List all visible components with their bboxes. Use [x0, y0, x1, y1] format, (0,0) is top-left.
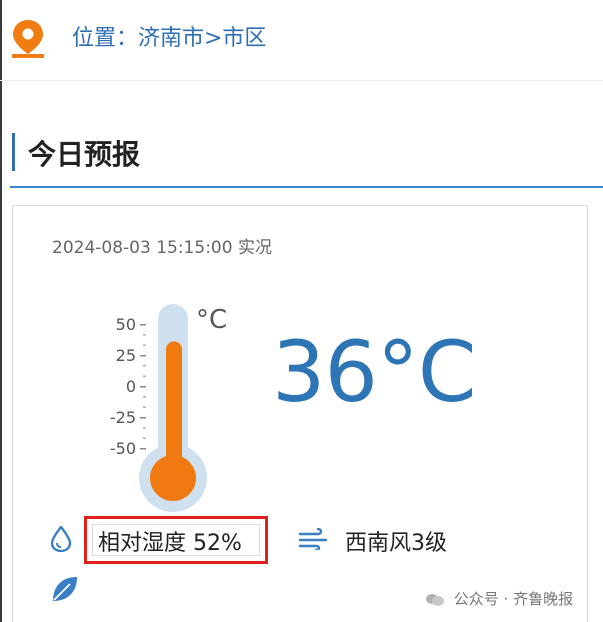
location-bar: 位置：济南市>市区: [0, 0, 603, 80]
thermometer-tick: [140, 386, 146, 388]
location-text[interactable]: 位置：济南市>市区: [72, 20, 266, 52]
thermometer-scale-label: 50: [116, 315, 136, 334]
thermometer-minor-tick: [143, 334, 146, 336]
thermometer-minor-tick: [143, 437, 146, 439]
thermometer-tick: [140, 355, 146, 357]
thermometer-scale-label: -50: [110, 439, 136, 458]
location-pin-icon: [12, 20, 44, 58]
thermometer-minor-tick: [143, 375, 146, 377]
thermometer-tick: [140, 324, 146, 326]
thermometer-scale-label: 25: [116, 346, 136, 365]
leaf-icon: [53, 577, 77, 601]
section-title: 今日预报: [28, 138, 141, 171]
humidity-value: 相对湿度 52%: [98, 531, 242, 556]
window-left-edge: [0, 0, 2, 622]
wechat-logo-icon: [426, 593, 444, 606]
section-accent-bar: [12, 133, 15, 171]
thermometer-icon: 50 25 0 -25 -50: [110, 304, 207, 512]
thermometer-minor-tick: [143, 396, 146, 398]
wind-value: 西南风3级: [345, 531, 447, 556]
section-underline: [10, 186, 603, 188]
thermometer-tick: [140, 417, 146, 419]
thermometer-minor-tick: [143, 365, 146, 367]
water-drop-icon: [50, 526, 72, 552]
thermometer-scale-label: -25: [110, 408, 136, 427]
current-temperature: 36°C: [272, 323, 477, 421]
thermometer-minor-tick: [143, 406, 146, 408]
thermometer-minor-tick: [143, 344, 146, 346]
temperature-unit: °C: [196, 305, 228, 335]
observation-timestamp: 2024-08-03 15:15:00 实况: [52, 238, 272, 258]
thermometer-tick: [140, 448, 146, 450]
thermometer-minor-tick: [143, 427, 146, 429]
watermark-text: 公众号 · 齐鲁晚报: [453, 590, 574, 608]
divider: [0, 80, 603, 81]
thermometer-scale-label: 0: [126, 377, 136, 396]
wind-icon: [298, 528, 328, 550]
watermark: 公众号 · 齐鲁晚报: [425, 588, 573, 609]
